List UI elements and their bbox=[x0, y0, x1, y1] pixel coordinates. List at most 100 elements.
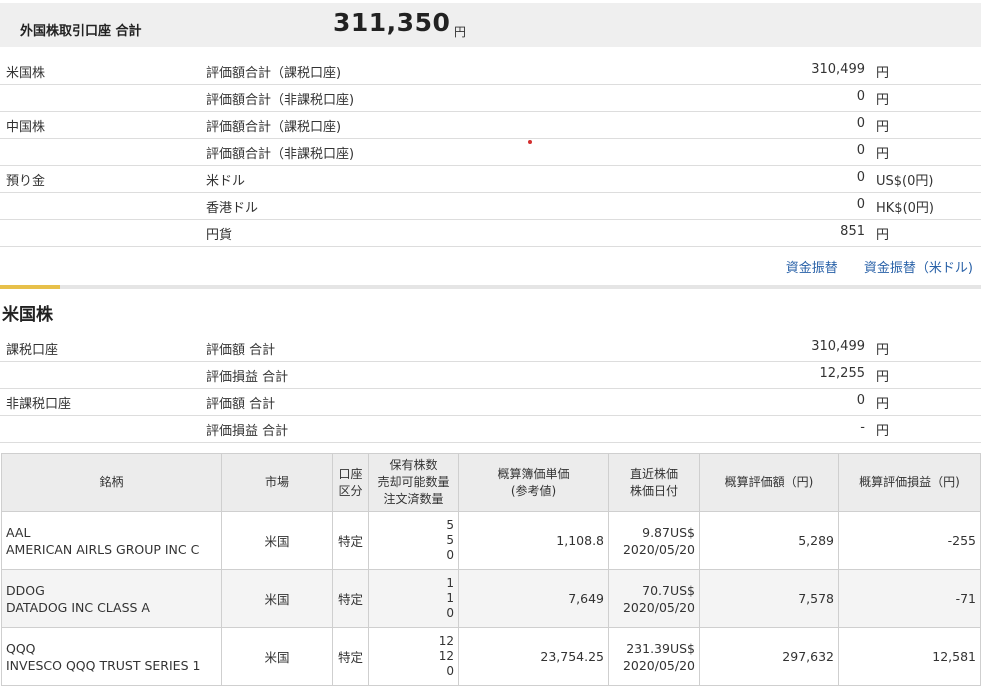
summary-label: 評価額合計（課税口座) bbox=[206, 66, 342, 81]
ordered-quantity: 0 bbox=[446, 664, 454, 678]
market-cell: 米国 bbox=[221, 627, 333, 686]
col-header-account-line: 区分 bbox=[338, 483, 363, 498]
col-header-market: 市場 bbox=[221, 453, 333, 512]
latest-price: 231.39US$ bbox=[626, 640, 695, 656]
stock-cell: AAL AMERICAN AIRLS GROUP INC C bbox=[1, 511, 222, 570]
col-header-cost: 概算簿価単価 (参考値) bbox=[458, 453, 609, 512]
transfer-link[interactable]: 資金振替 bbox=[786, 261, 838, 276]
latest-price: 70.7US$ bbox=[642, 582, 695, 598]
summary-unit: US$(0円) bbox=[876, 174, 934, 189]
summary-label: 評価額合計（非課税口座) bbox=[206, 147, 355, 162]
divider-accent bbox=[0, 285, 60, 289]
summary-label: 円貨 bbox=[206, 228, 233, 243]
us-summary-value: 0 bbox=[856, 393, 865, 408]
summary-label: 米ドル bbox=[206, 174, 246, 189]
price-date: 2020/05/20 bbox=[622, 541, 695, 557]
table-row: AAL AMERICAN AIRLS GROUP INC C 米国 特定 5 5… bbox=[1, 511, 981, 570]
value-cell: 7,578 bbox=[699, 569, 839, 628]
price-date: 2020/05/20 bbox=[622, 599, 695, 615]
section-divider bbox=[0, 285, 981, 289]
stock-ticker[interactable]: AAL bbox=[6, 524, 217, 541]
summary-value: 0 bbox=[856, 116, 865, 131]
summary-row: 中国株 評価額合計（課税口座) 0 円 bbox=[0, 111, 981, 139]
us-summary-value: - bbox=[860, 420, 865, 435]
latest-price: 9.87US$ bbox=[642, 524, 695, 540]
col-header-quantity-line: 注文済数量 bbox=[383, 492, 444, 506]
us-summary-label: 評価額 合計 bbox=[206, 343, 276, 358]
summary-row: 評価額合計（非課税口座) 0 円 bbox=[0, 138, 981, 166]
ordered-quantity: 0 bbox=[446, 548, 454, 562]
summary-row: 評価額合計（非課税口座) 0 円 bbox=[0, 84, 981, 112]
quantity-cell: 5 5 0 bbox=[368, 511, 459, 570]
us-summary-unit: 円 bbox=[876, 343, 890, 358]
us-summary-unit: 円 bbox=[876, 424, 890, 439]
stock-ticker[interactable]: DDOG bbox=[6, 582, 217, 599]
summary-category: 預り金 bbox=[6, 174, 46, 189]
summary-label: 評価額合計（課税口座) bbox=[206, 120, 342, 135]
summary-row: 米国株 評価額合計（課税口座) 310,499 円 bbox=[0, 57, 981, 85]
us-stocks-section-title: 米国株 bbox=[2, 305, 53, 325]
market-cell: 米国 bbox=[221, 569, 333, 628]
summary-label: 評価額合計（非課税口座) bbox=[206, 93, 355, 108]
summary-label: 香港ドル bbox=[206, 201, 259, 216]
stock-name: AMERICAN AIRLS GROUP INC C bbox=[6, 541, 200, 557]
stock-cell: DDOG DATADOG INC CLASS A bbox=[1, 569, 222, 628]
us-summary-row: 課税口座 評価額 合計 310,499 円 bbox=[0, 334, 981, 362]
summary-unit: 円 bbox=[876, 228, 890, 243]
summary-row: 預り金 米ドル 0 US$(0円) bbox=[0, 165, 981, 193]
col-header-cost-line: (参考値) bbox=[510, 483, 557, 498]
summary-row: 香港ドル 0 HK$(0円) bbox=[0, 192, 981, 220]
summary-value: 0 bbox=[856, 89, 865, 104]
col-header-value: 概算評価額（円) bbox=[699, 453, 839, 512]
summary-value: 851 bbox=[840, 224, 865, 239]
sellable-quantity: 5 bbox=[446, 533, 454, 547]
table-row: QQQ INVESCO QQQ TRUST SERIES 1 米国 特定 12 … bbox=[1, 627, 981, 686]
cost-cell: 7,649 bbox=[458, 569, 609, 628]
value-cell: 297,632 bbox=[699, 627, 839, 686]
account-total-amount: 311,350 bbox=[333, 8, 451, 37]
held-quantity: 5 bbox=[446, 518, 454, 532]
held-quantity: 1 bbox=[446, 576, 454, 590]
col-header-quantity-line: 売却可能数量 bbox=[377, 475, 450, 489]
us-summary-label: 評価損益 合計 bbox=[206, 424, 289, 439]
col-header-name: 銘柄 bbox=[1, 453, 222, 512]
price-cell: 70.7US$ 2020/05/20 bbox=[608, 569, 700, 628]
us-summary-row: 評価損益 合計 - 円 bbox=[0, 415, 981, 443]
quantity-cell: 1 1 0 bbox=[368, 569, 459, 628]
summary-category: 中国株 bbox=[6, 120, 46, 135]
stock-name: INVESCO QQQ TRUST SERIES 1 bbox=[6, 657, 201, 673]
summary-value: 0 bbox=[856, 197, 865, 212]
us-summary-category: 非課税口座 bbox=[6, 397, 72, 412]
us-summary-row: 非課税口座 評価額 合計 0 円 bbox=[0, 388, 981, 416]
account-type-cell: 特定 bbox=[332, 627, 369, 686]
sellable-quantity: 12 bbox=[438, 649, 454, 663]
stock-ticker[interactable]: QQQ bbox=[6, 640, 217, 657]
account-total-header: 外国株取引口座 合計 311,350 円 bbox=[0, 3, 981, 47]
summary-unit: 円 bbox=[876, 120, 890, 135]
summary-unit: 円 bbox=[876, 147, 890, 162]
cost-cell: 1,108.8 bbox=[458, 511, 609, 570]
us-summary-value: 310,499 bbox=[811, 339, 865, 354]
holdings-table: 銘柄 市場 口座 区分 保有株数 売却可能数量 注文済数量 概算簿価単価 (参考… bbox=[1, 453, 981, 686]
price-date: 2020/05/20 bbox=[622, 657, 695, 673]
us-summary-category: 課税口座 bbox=[6, 343, 59, 358]
price-cell: 231.39US$ 2020/05/20 bbox=[608, 627, 700, 686]
sellable-quantity: 1 bbox=[446, 591, 454, 605]
market-cell: 米国 bbox=[221, 511, 333, 570]
transfer-usd-link[interactable]: 資金振替（米ドル) bbox=[864, 261, 973, 276]
stock-name: DATADOG INC CLASS A bbox=[6, 599, 150, 615]
table-header-row: 銘柄 市場 口座 区分 保有株数 売却可能数量 注文済数量 概算簿価単価 (参考… bbox=[1, 453, 981, 512]
quantity-cell: 12 12 0 bbox=[368, 627, 459, 686]
col-header-pl: 概算評価損益（円) bbox=[838, 453, 981, 512]
col-header-account: 口座 区分 bbox=[332, 453, 369, 512]
stock-cell: QQQ INVESCO QQQ TRUST SERIES 1 bbox=[1, 627, 222, 686]
ordered-quantity: 0 bbox=[446, 606, 454, 620]
account-total-unit: 円 bbox=[454, 25, 467, 39]
summary-value: 310,499 bbox=[811, 62, 865, 77]
us-summary-unit: 円 bbox=[876, 370, 890, 385]
table-row: DDOG DATADOG INC CLASS A 米国 特定 1 1 0 7,6… bbox=[1, 569, 981, 628]
account-total-title: 外国株取引口座 合計 bbox=[20, 24, 142, 39]
col-header-cost-line: 概算簿価単価 bbox=[497, 466, 570, 481]
col-header-quantity-line: 保有株数 bbox=[389, 458, 438, 472]
pl-cell: -71 bbox=[838, 569, 981, 628]
